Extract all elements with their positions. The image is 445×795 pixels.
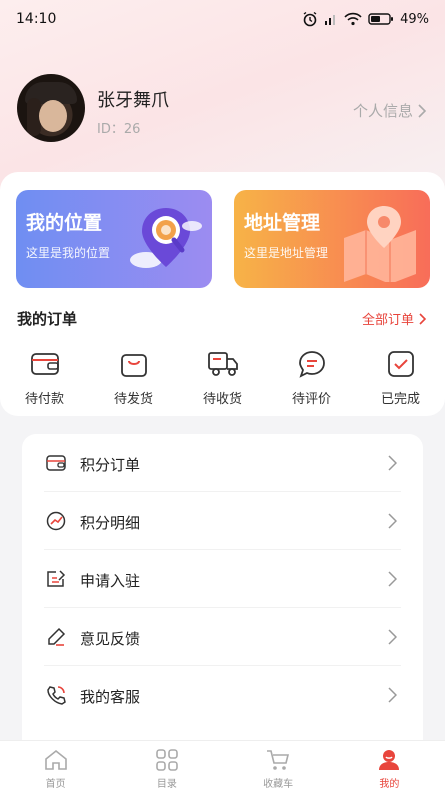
order-status-row: 待付款 待发货 待收货 待评价 已完成 xyxy=(0,348,445,408)
map-icon xyxy=(344,206,416,282)
menu-item-label: 我的客服 xyxy=(80,688,141,706)
menu-item-customer-service[interactable]: 我的客服 xyxy=(22,666,423,724)
wifi-icon xyxy=(344,12,362,26)
order-status-label: 待收货 xyxy=(202,392,242,407)
chevron-right-icon xyxy=(418,103,427,118)
tab-label: 我的 xyxy=(379,779,400,790)
edit-icon xyxy=(47,570,66,587)
top-card: 我的位置 这里是我的位置 地址管理 这里是地址管理 我的订单 全部订单 待付款 xyxy=(0,172,445,416)
battery-icon xyxy=(368,13,394,25)
order-status-label: 待付款 xyxy=(24,392,64,407)
menu-list: 积分订单 积分明细 申请入驻 意见反馈 我的客服 xyxy=(22,434,423,754)
order-pending-payment[interactable]: 待付款 xyxy=(0,348,89,408)
personal-info-label: 个人信息 xyxy=(352,102,413,120)
cart-icon xyxy=(267,750,290,770)
alarm-icon xyxy=(303,11,317,27)
tile-subtitle: 这里是地址管理 xyxy=(244,246,329,260)
chevron-right-icon xyxy=(419,312,427,325)
order-pending-receipt[interactable]: 待收货 xyxy=(178,348,267,408)
order-pending-shipment[interactable]: 待发货 xyxy=(89,348,178,408)
tab-cart[interactable]: 收藏车 xyxy=(223,741,334,795)
menu-item-label: 申请入驻 xyxy=(80,572,141,590)
menu-item-label: 积分订单 xyxy=(80,456,141,474)
home-icon xyxy=(44,749,67,770)
chat-icon xyxy=(298,351,325,378)
status-time: 14:10 xyxy=(16,11,57,27)
user-name: 张牙舞爪 xyxy=(97,90,169,111)
menu-item-feedback[interactable]: 意见反馈 xyxy=(22,608,423,666)
grid-icon xyxy=(156,749,178,771)
tab-catalog[interactable]: 目录 xyxy=(111,741,222,795)
order-completed[interactable]: 已完成 xyxy=(356,348,445,408)
menu-item-points-orders[interactable]: 积分订单 xyxy=(22,434,423,492)
wallet-icon xyxy=(30,353,59,375)
chevron-right-icon xyxy=(388,455,397,471)
order-status-label: 待发货 xyxy=(113,392,153,407)
check-icon xyxy=(387,351,414,377)
location-pin-icon xyxy=(130,208,202,268)
bag-icon xyxy=(120,354,147,377)
menu-item-points-details[interactable]: 积分明细 xyxy=(22,492,423,550)
all-orders-link[interactable]: 全部订单 xyxy=(362,309,427,328)
my-orders-title: 我的订单 xyxy=(17,310,78,328)
tab-label: 目录 xyxy=(156,779,177,790)
tab-label: 收藏车 xyxy=(263,779,294,790)
chevron-right-icon xyxy=(388,513,397,529)
tile-title: 我的位置 xyxy=(26,212,103,234)
order-status-label: 待评价 xyxy=(291,392,331,407)
personal-info-link[interactable]: 个人信息 xyxy=(353,100,427,121)
chevron-right-icon xyxy=(388,629,397,645)
battery-level: 49% xyxy=(400,11,429,27)
status-bar: 14:10 49% xyxy=(0,0,445,38)
phone-icon xyxy=(47,686,66,705)
menu-item-label: 意见反馈 xyxy=(80,630,141,648)
user-icon xyxy=(379,750,400,770)
truck-icon xyxy=(207,352,238,376)
bottom-tab-bar: 首页 目录 收藏车 我的 xyxy=(0,740,445,795)
all-orders-label: 全部订单 xyxy=(361,313,414,328)
address-management-tile[interactable]: 地址管理 这里是地址管理 xyxy=(234,190,430,288)
trend-icon xyxy=(46,511,66,531)
tab-home[interactable]: 首页 xyxy=(0,741,111,795)
user-id: ID：26 xyxy=(97,122,141,137)
tile-title: 地址管理 xyxy=(244,212,321,234)
order-pending-review[interactable]: 待评价 xyxy=(267,348,356,408)
wallet-icon xyxy=(46,455,66,471)
tab-mine[interactable]: 我的 xyxy=(334,741,445,795)
tile-subtitle: 这里是我的位置 xyxy=(26,246,111,260)
pen-icon xyxy=(48,627,66,646)
order-status-label: 已完成 xyxy=(380,392,420,407)
menu-item-label: 积分明细 xyxy=(80,514,141,532)
chevron-right-icon xyxy=(388,571,397,587)
profile-header: 张牙舞爪 ID：26 个人信息 xyxy=(17,74,427,146)
chevron-right-icon xyxy=(388,687,397,703)
avatar[interactable] xyxy=(17,74,85,142)
my-location-tile[interactable]: 我的位置 这里是我的位置 xyxy=(16,190,212,288)
menu-item-apply-join[interactable]: 申请入驻 xyxy=(22,550,423,608)
tab-label: 首页 xyxy=(45,779,66,790)
hd-signal-icon xyxy=(325,15,336,25)
